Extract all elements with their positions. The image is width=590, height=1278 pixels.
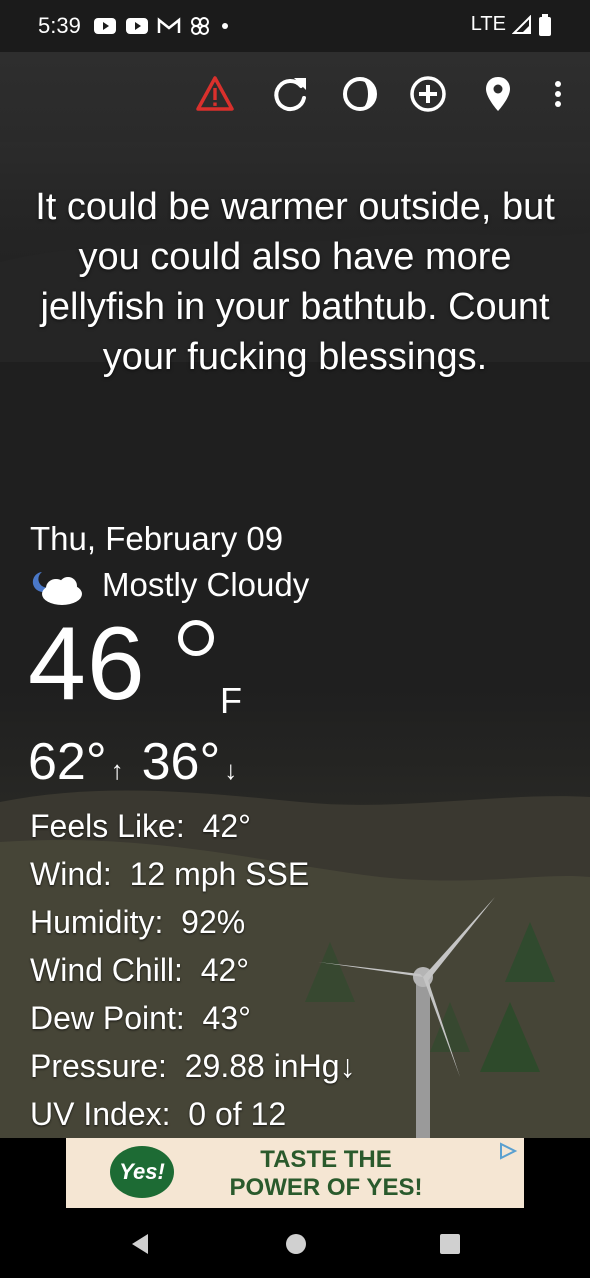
- detail-wind-chill: Wind Chill: 42°: [30, 952, 250, 988]
- recents-icon[interactable]: [438, 1232, 462, 1256]
- warning-icon[interactable]: [195, 74, 235, 114]
- location-pin-icon[interactable]: [478, 74, 518, 114]
- weather-message: It could be warmer outside, but you coul…: [35, 186, 555, 378]
- high-temperature: 62°: [28, 733, 107, 791]
- add-location-icon[interactable]: [408, 74, 448, 114]
- ad-headline: TASTE THE POWER OF YES!: [229, 1146, 423, 1201]
- ad-banner[interactable]: Yes! TASTE THE POWER OF YES!: [66, 1138, 524, 1208]
- notification-icons: [93, 15, 231, 37]
- status-bar: 5:39 LTE: [0, 0, 590, 52]
- battery-icon: [539, 13, 551, 36]
- weather-scene: It could be warmer outside, but you coul…: [0, 142, 590, 1138]
- temperature-unit: F: [220, 680, 242, 721]
- status-right: LTE: [471, 13, 552, 36]
- detail-humidity: Humidity: 92%: [30, 904, 246, 940]
- youtube-icon: [126, 18, 148, 34]
- ad-choices-icon[interactable]: [498, 1142, 518, 1160]
- back-icon[interactable]: [128, 1232, 152, 1256]
- forecast-date: Thu, February 09: [30, 520, 284, 557]
- refresh-icon[interactable]: [270, 74, 310, 114]
- detail-feels-like: Feels Like: 42°: [30, 808, 251, 844]
- high-low: 62° ↑ 36° ↓: [28, 732, 255, 800]
- ad-container: Yes! TASTE THE POWER OF YES!: [0, 1138, 590, 1210]
- dot-icon: [222, 23, 228, 29]
- detail-pressure: Pressure: 29.88 inHg↓: [30, 1048, 356, 1084]
- low-temperature: 36°: [141, 733, 221, 791]
- theme-icon[interactable]: [340, 74, 380, 114]
- partly-cloudy-night-icon: [32, 572, 82, 605]
- arrow-up-icon: ↑: [110, 755, 124, 785]
- degree-symbol: [178, 620, 214, 656]
- ad-logo: Yes!: [110, 1146, 174, 1198]
- youtube-icon: [94, 18, 116, 34]
- detail-uv-index: UV Index: 0 of 12: [30, 1096, 287, 1132]
- condition-text: Mostly Cloudy: [102, 566, 310, 603]
- home-icon[interactable]: [284, 1232, 308, 1256]
- weather-details: Feels Like: 42° Wind: 12 mph SSE Humidit…: [30, 802, 356, 1138]
- detail-dew-point: Dew Point: 43°: [30, 1000, 251, 1036]
- more-vert-icon[interactable]: [548, 74, 568, 114]
- network-type: LTE: [470, 13, 506, 35]
- gmail-icon: [157, 17, 181, 33]
- system-nav-bar: [0, 1210, 590, 1278]
- app-toolbar: [0, 52, 590, 142]
- arrow-down-icon: ↓: [224, 755, 238, 785]
- signal-icon: [512, 14, 531, 34]
- status-time: 5:39: [38, 13, 81, 38]
- detail-wind: Wind: 12 mph SSE: [30, 856, 310, 892]
- current-temperature: 46: [28, 606, 146, 722]
- pinwheel-icon: [191, 17, 209, 35]
